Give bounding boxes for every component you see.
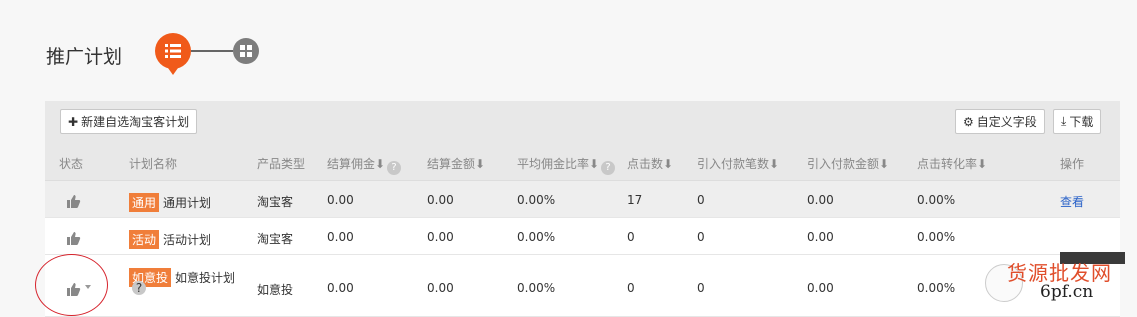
settle-amount: 0.00 — [427, 193, 454, 207]
col-conversion-label: 点击转化率 — [917, 157, 978, 171]
view-switch — [155, 33, 265, 75]
sort-icon: ⬇ — [977, 157, 988, 171]
download-icon: ⤓ — [1061, 114, 1067, 128]
col-settle-amount[interactable]: 结算金额⬇ — [427, 155, 485, 172]
product-type: 如意投 — [257, 283, 294, 297]
watermark: 货源批发网 6pf.cn — [985, 252, 1137, 317]
col-order-amount-label: 引入付款金额 — [807, 157, 880, 171]
table-header: 状态 计划名称 产品类型 结算佣金⬇? 结算金额⬇ 平均佣金比率⬇? 点击数⬇ … — [45, 143, 1120, 181]
col-settle-commission[interactable]: 结算佣金⬇? — [327, 155, 402, 175]
sort-icon: ⬇ — [769, 157, 780, 171]
table-row: 通用 通用计划 淘宝客 0.00 0.00 0.00% 17 0 0.00 0.0… — [45, 181, 1120, 218]
gear-icon: ⚙ — [963, 114, 974, 129]
avg-rate: 0.00% — [517, 281, 556, 295]
sort-icon: ⬇ — [375, 157, 386, 171]
col-conversion[interactable]: 点击转化率⬇ — [917, 155, 987, 172]
sort-icon: ⬇ — [663, 157, 674, 171]
orders: 0 — [697, 230, 705, 244]
orders: 0 — [697, 281, 705, 295]
col-avg-rate-label: 平均佣金比率 — [517, 157, 590, 171]
order-amount: 0.00 — [807, 281, 834, 295]
list-icon — [165, 44, 181, 58]
col-action: 操作 — [1060, 157, 1085, 171]
plus-icon: ✚ — [68, 114, 79, 129]
order-amount: 0.00 — [807, 193, 834, 207]
table-toolbar: ✚ 新建自选淘宝客计划 ⚙ 自定义字段 ⤓ 下载 — [45, 101, 1120, 143]
order-amount: 0.00 — [807, 230, 834, 244]
col-settle-commission-label: 结算佣金 — [327, 157, 376, 171]
clicks: 0 — [627, 281, 635, 295]
sort-icon: ⬇ — [475, 157, 486, 171]
view-link[interactable]: 查看 — [1060, 193, 1084, 210]
product-type: 淘宝客 — [257, 195, 294, 209]
download-button[interactable]: ⤓ 下载 — [1053, 109, 1102, 134]
page-title: 推广计划 — [46, 46, 123, 68]
thumbs-up-icon[interactable] — [65, 193, 81, 209]
grid-icon — [240, 45, 252, 57]
custom-fields-button[interactable]: ⚙ 自定义字段 — [955, 109, 1045, 134]
plan-name-cell[interactable]: 活动 活动计划 — [129, 230, 211, 249]
avg-rate: 0.00% — [517, 193, 556, 207]
custom-fields-label: 自定义字段 — [976, 115, 1037, 129]
plan-badge: 活动 — [129, 230, 160, 249]
col-status: 状态 — [59, 157, 84, 171]
help-icon[interactable]: ? — [387, 161, 402, 175]
col-clicks-label: 点击数 — [627, 157, 664, 171]
list-view-button[interactable] — [155, 33, 191, 75]
plan-name: 如意投计划 — [175, 271, 236, 285]
thumbs-up-icon[interactable] — [65, 230, 81, 246]
col-plan-name: 计划名称 — [129, 157, 178, 171]
watermark-site: 6pf.cn — [1040, 282, 1094, 302]
settle-commission: 0.00 — [327, 281, 354, 295]
col-clicks[interactable]: 点击数⬇ — [627, 155, 673, 172]
settle-amount: 0.00 — [427, 230, 454, 244]
product-type: 淘宝客 — [257, 232, 294, 246]
clicks: 0 — [627, 230, 635, 244]
plan-table-panel: ✚ 新建自选淘宝客计划 ⚙ 自定义字段 ⤓ 下载 状态 计划名称 产品类型 结算… — [45, 101, 1120, 317]
settle-commission: 0.00 — [327, 193, 354, 207]
settle-amount: 0.00 — [427, 281, 454, 295]
plan-badge: 通用 — [129, 193, 160, 212]
plan-name: 活动计划 — [163, 233, 212, 247]
conversion: 0.00% — [917, 230, 956, 244]
new-plan-label: 新建自选淘宝客计划 — [81, 115, 190, 129]
sort-icon: ⬇ — [879, 157, 890, 171]
sort-icon: ⬇ — [589, 157, 600, 171]
grid-view-button[interactable] — [233, 38, 259, 64]
plan-name: 通用计划 — [163, 196, 212, 210]
col-product-type: 产品类型 — [257, 157, 306, 171]
new-plan-button[interactable]: ✚ 新建自选淘宝客计划 — [60, 109, 198, 134]
table-row: 如意投 如意投计划 ? 如意投 0.00 0.00 0.00% 0 0 0.00 … — [45, 255, 1120, 317]
col-settle-amount-label: 结算金额 — [427, 157, 476, 171]
orders: 0 — [697, 193, 705, 207]
conversion: 0.00% — [917, 193, 956, 207]
settle-commission: 0.00 — [327, 230, 354, 244]
col-avg-rate[interactable]: 平均佣金比率⬇? — [517, 155, 616, 175]
clicks: 17 — [627, 193, 643, 207]
help-icon[interactable]: ? — [132, 281, 146, 295]
col-orders[interactable]: 引入付款笔数⬇ — [697, 155, 779, 172]
help-icon[interactable]: ? — [601, 161, 616, 175]
plan-name-cell[interactable]: 通用 通用计划 — [129, 193, 211, 212]
table-row: 活动 活动计划 淘宝客 0.00 0.00 0.00% 0 0 0.00 0.00… — [45, 218, 1120, 255]
col-order-amount[interactable]: 引入付款金额⬇ — [807, 155, 889, 172]
annotation-circle — [35, 254, 108, 316]
download-label: 下载 — [1069, 115, 1094, 129]
col-orders-label: 引入付款笔数 — [697, 157, 770, 171]
view-switch-connector — [191, 50, 233, 52]
avg-rate: 0.00% — [517, 230, 556, 244]
conversion: 0.00% — [917, 281, 956, 295]
